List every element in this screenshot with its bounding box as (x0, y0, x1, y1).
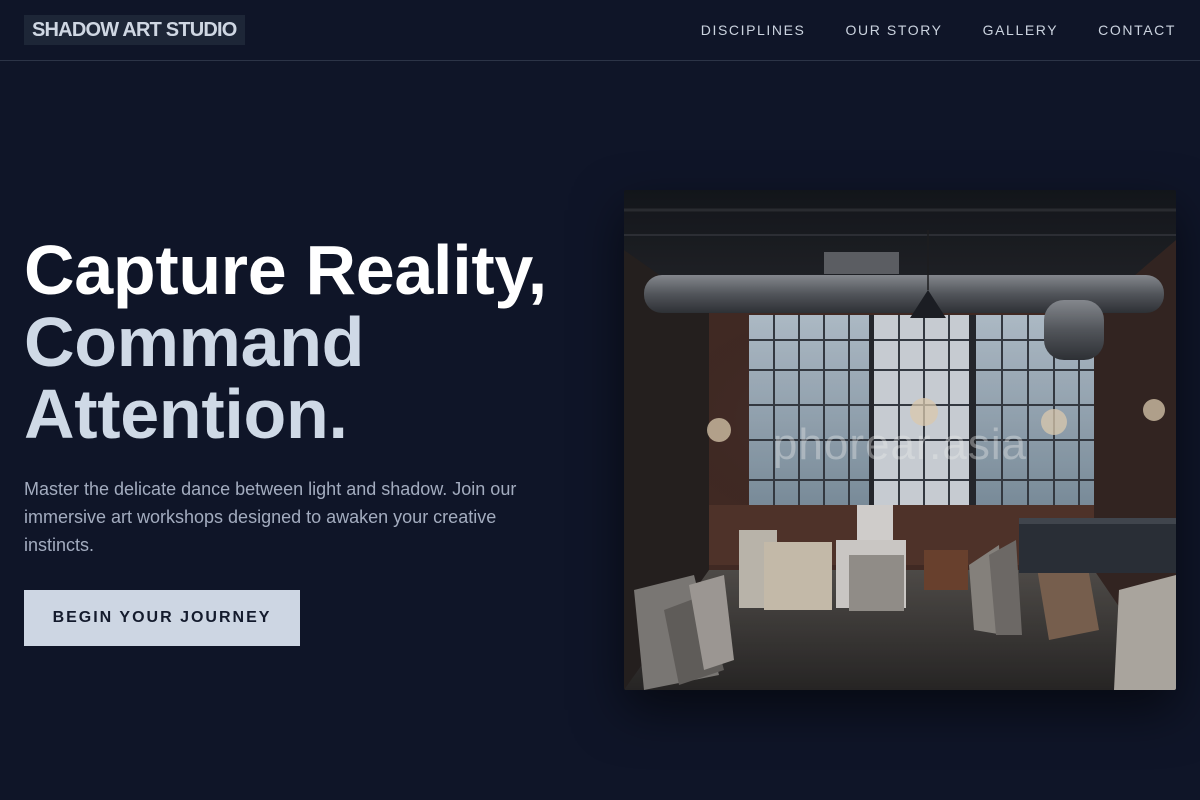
hero-title-line-1: Capture Reality, (24, 231, 547, 309)
main-nav: DISCIPLINES OUR STORY GALLERY CONTACT (701, 22, 1176, 38)
site-header: SHADOW ART STUDIO DISCIPLINES OUR STORY … (0, 0, 1200, 61)
studio-photo: phorear.asia (624, 190, 1176, 690)
nav-link-contact[interactable]: CONTACT (1098, 22, 1176, 38)
hero-headline: Capture Reality, Command Attention. (24, 234, 604, 450)
nav-link-disciplines[interactable]: DISCIPLINES (701, 22, 806, 38)
hero-title-line-3: Attention. (24, 375, 348, 453)
nav-link-gallery[interactable]: GALLERY (983, 22, 1059, 38)
hero-title-line-2: Command (24, 303, 365, 381)
brand-logo[interactable]: SHADOW ART STUDIO (24, 15, 245, 45)
image-watermark: phorear.asia (772, 420, 1028, 469)
begin-journey-button[interactable]: BEGIN YOUR JOURNEY (24, 590, 300, 646)
hero-description: Master the delicate dance between light … (24, 479, 517, 555)
nav-link-our-story[interactable]: OUR STORY (846, 22, 943, 38)
